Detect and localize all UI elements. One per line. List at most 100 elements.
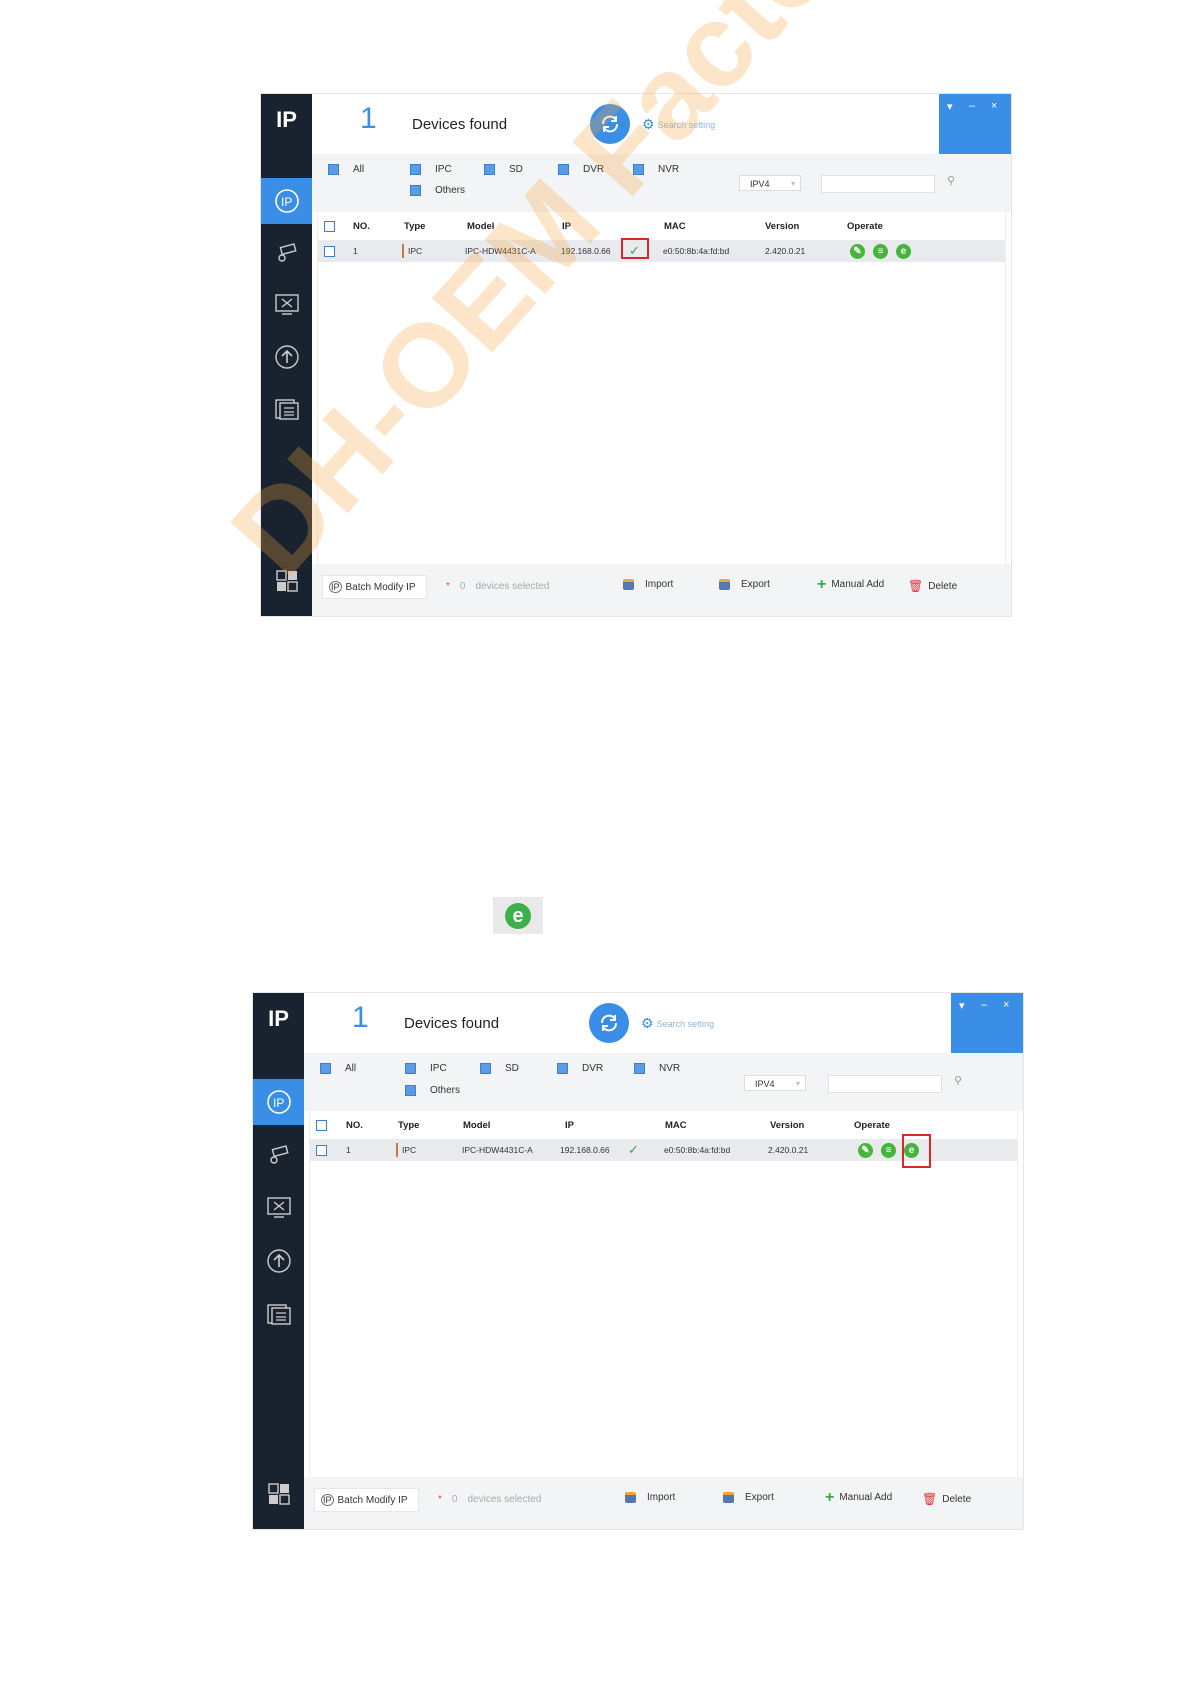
menu-dropdown-button[interactable]: ▾ (959, 999, 965, 1012)
search-setting-link[interactable]: ⚙ Search setting (641, 1015, 714, 1032)
window-controls: ▾ – × (951, 993, 1023, 1053)
sidebar: IP IP (261, 94, 312, 616)
row-no: 1 (346, 1145, 351, 1155)
ie-browser-icon[interactable]: e (896, 243, 911, 259)
filter-nvr-label: NVR (659, 1063, 681, 1074)
checkbox-icon (480, 1063, 491, 1074)
select-all-checkbox[interactable] (316, 1119, 327, 1131)
delete-label: Delete (928, 580, 958, 592)
row-checkbox[interactable] (324, 245, 335, 257)
checkbox-icon (405, 1085, 416, 1096)
col-ip: IP (562, 220, 571, 232)
device-table: NO. Type Model IP MAC Version Operate 1 … (317, 212, 1006, 564)
filter-dvr[interactable]: DVR (557, 1063, 603, 1074)
col-model: Model (467, 220, 495, 232)
col-operate: Operate (854, 1119, 890, 1131)
sidebar-item-docs[interactable] (261, 386, 312, 432)
export-button[interactable]: Export (723, 1492, 774, 1503)
sidebar-item-apps[interactable] (253, 1471, 304, 1517)
col-type: Type (404, 220, 426, 232)
ip-logo-icon: IP (276, 107, 297, 132)
filter-dvr-label: DVR (582, 1063, 604, 1074)
sidebar-item-tools[interactable] (261, 282, 312, 328)
refresh-button[interactable] (589, 1003, 629, 1043)
filter-ipc[interactable]: IPC (405, 1063, 447, 1074)
sidebar-item-ip-config[interactable]: IP (261, 178, 312, 224)
row-mac: e0:50:8b:4a:fd:bd (663, 246, 730, 256)
footer-bar: IP Batch Modify IP * 0 devices selected Imp… (312, 564, 1011, 616)
gear-icon: ⚙ (641, 1015, 654, 1031)
filter-nvr[interactable]: NVR (634, 1063, 680, 1074)
minimize-button[interactable]: – (969, 100, 975, 112)
minimize-button[interactable]: – (981, 999, 987, 1011)
ip-version-select[interactable]: IPV4 (739, 175, 801, 192)
export-button[interactable]: Export (719, 579, 770, 590)
row-type: IPC (396, 1139, 416, 1161)
filter-sd-label: SD (505, 1063, 519, 1074)
checkbox-icon (328, 164, 339, 175)
batch-modify-ip-button[interactable]: IP Batch Modify IP (322, 575, 427, 599)
table-header: NO. Type Model IP MAC Version Operate (318, 212, 1005, 240)
apps-icon (267, 1483, 290, 1505)
filter-all[interactable]: All (328, 164, 364, 175)
batch-modify-ip-button[interactable]: IP Batch Modify IP (314, 1488, 419, 1512)
col-mac: MAC (665, 1119, 687, 1131)
export-icon (723, 1492, 734, 1503)
row-mac: e0:50:8b:4a:fd:bd (664, 1145, 731, 1155)
detail-icon[interactable]: ≡ (873, 243, 888, 259)
camera-icon (269, 1145, 289, 1164)
manual-add-button[interactable]: + Manual Add (817, 576, 884, 592)
filter-dvr[interactable]: DVR (558, 164, 604, 175)
sidebar-item-camera[interactable] (261, 230, 312, 276)
col-version: Version (765, 220, 800, 232)
delete-button[interactable]: 🗑 Delete (922, 1492, 971, 1506)
highlight-ie-button (902, 1134, 931, 1168)
row-checkbox[interactable] (316, 1144, 327, 1156)
filter-others[interactable]: Others (410, 185, 465, 196)
row-ip: 192.168.0.66 (560, 1145, 610, 1155)
manual-add-button[interactable]: + Manual Add (825, 1489, 892, 1505)
checkbox-icon (320, 1063, 331, 1074)
search-input[interactable] (828, 1075, 942, 1093)
detail-icon[interactable]: ≡ (881, 1142, 896, 1158)
filter-nvr[interactable]: NVR (633, 164, 679, 175)
import-button[interactable]: Import (625, 1492, 675, 1503)
sidebar-item-upgrade[interactable] (261, 334, 312, 380)
close-button[interactable]: × (991, 100, 997, 112)
sidebar-item-docs[interactable] (253, 1291, 304, 1337)
svg-text:IP: IP (281, 195, 292, 209)
selected-count: 0 (451, 1494, 458, 1505)
required-star: * (438, 1494, 442, 1505)
devices-found-label: Devices found (412, 116, 508, 133)
sidebar-item-upgrade[interactable] (253, 1238, 304, 1284)
required-star: * (446, 581, 450, 592)
search-icon[interactable]: ⚲ (947, 174, 955, 187)
filter-sd[interactable]: SD (480, 1063, 519, 1074)
select-all-checkbox[interactable] (324, 220, 335, 232)
edit-icon[interactable]: ✎ (850, 243, 865, 259)
edit-icon[interactable]: ✎ (858, 1142, 873, 1158)
trash-icon: 🗑 (908, 579, 924, 593)
filter-ipc[interactable]: IPC (410, 164, 452, 175)
ip-version-select[interactable]: IPV4 (744, 1075, 806, 1092)
refresh-button[interactable] (590, 104, 630, 144)
delete-button[interactable]: 🗑 Delete (908, 579, 957, 593)
table-row[interactable]: 1 IPC IPC-HDW4431C-A 192.168.0.66 ✓ e0:5… (318, 240, 1005, 262)
menu-dropdown-button[interactable]: ▾ (947, 100, 953, 113)
sidebar-item-apps[interactable] (261, 558, 312, 604)
filter-others[interactable]: Others (405, 1085, 460, 1096)
search-input[interactable] (821, 175, 935, 193)
search-setting-link[interactable]: ⚙ Search setting (642, 116, 715, 133)
filter-all[interactable]: All (320, 1063, 356, 1074)
device-table: NO. Type Model IP MAC Version Operate 1 … (309, 1111, 1018, 1477)
checkbox-icon (405, 1063, 416, 1074)
search-icon[interactable]: ⚲ (954, 1074, 962, 1087)
filter-sd-label: SD (509, 164, 523, 175)
sidebar-item-tools[interactable] (253, 1185, 304, 1231)
sidebar-item-camera[interactable] (253, 1132, 304, 1178)
sidebar-item-ip-config[interactable]: IP (253, 1079, 304, 1125)
filter-sd[interactable]: SD (484, 164, 523, 175)
trash-icon: 🗑 (922, 1492, 938, 1506)
import-button[interactable]: Import (623, 579, 673, 590)
close-button[interactable]: × (1003, 999, 1009, 1011)
